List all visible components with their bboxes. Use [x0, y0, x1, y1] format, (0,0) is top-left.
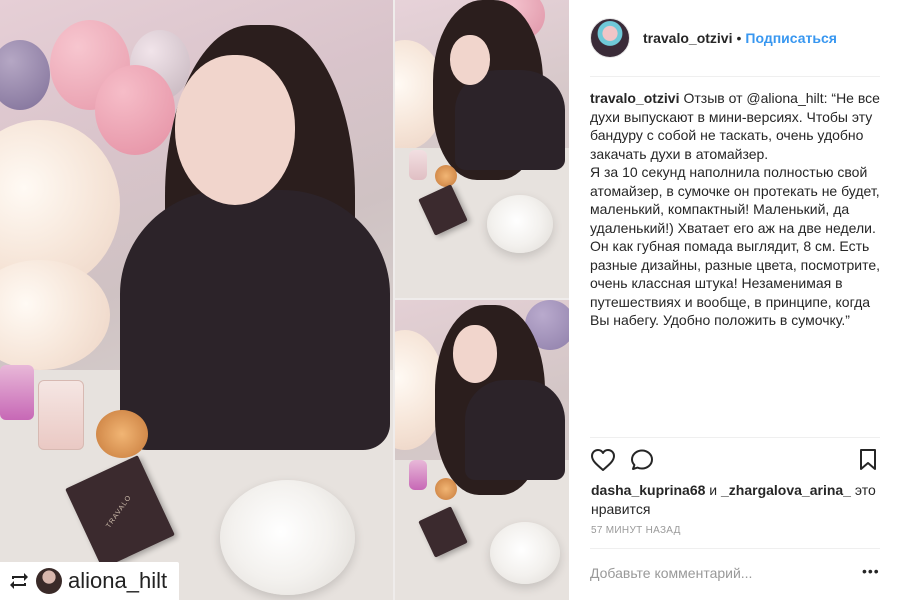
caption-author[interactable]: travalo_otzivi: [590, 90, 679, 106]
photo-main: TRAVALO: [0, 0, 393, 600]
photo-bottom-right: [395, 300, 569, 600]
liker-second[interactable]: _zhargalova_arina_: [721, 482, 851, 498]
repost-badge: aliona_hilt: [0, 562, 180, 600]
header-divider: [590, 76, 880, 77]
action-bar: [590, 446, 880, 476]
box-brand-label: TRAVALO: [105, 494, 134, 530]
perfume-bottle: [38, 380, 84, 450]
post-image[interactable]: TRAVALO aliona_hilt: [0, 0, 569, 600]
header-separator: •: [736, 30, 742, 46]
perfume-bottle: [0, 365, 34, 420]
follow-button[interactable]: Подписаться: [745, 30, 837, 46]
perfume-bottle: [96, 410, 148, 458]
face: [453, 325, 497, 383]
likes-summary: dasha_kuprina68 и _zhargalova_arina_ это…: [591, 481, 881, 519]
comment-icon[interactable]: [630, 448, 656, 477]
white-rose: [490, 522, 560, 584]
heart-icon[interactable]: [590, 448, 616, 477]
avatar[interactable]: [590, 18, 630, 58]
repost-avatar: [36, 568, 62, 594]
post-timestamp[interactable]: 57 МИНУТ НАЗАД: [591, 525, 681, 536]
perfume-bottle: [409, 150, 427, 180]
bookmark-icon[interactable]: [858, 448, 878, 477]
face: [175, 55, 295, 205]
more-options-button[interactable]: •••: [862, 563, 880, 579]
paper-flower: [0, 260, 110, 370]
perfume-bottle: [435, 478, 457, 500]
caption-text: Отзыв от @aliona_hilt: “Не все духи выпу…: [590, 90, 881, 328]
actions-divider: [590, 437, 880, 438]
add-comment-input[interactable]: [590, 558, 862, 588]
perfume-bottle: [435, 165, 457, 187]
post-header: travalo_otzivi • Подписаться: [590, 16, 880, 60]
repost-icon: [8, 571, 30, 591]
sweater: [455, 70, 565, 170]
balloon: [0, 40, 50, 110]
balloon: [95, 65, 175, 155]
repost-username: aliona_hilt: [68, 568, 168, 593]
sweater: [465, 380, 565, 480]
header-username[interactable]: travalo_otzivi: [643, 30, 732, 46]
perfume-bottle: [409, 460, 427, 490]
white-rose: [220, 480, 355, 595]
comment-divider: [590, 548, 880, 549]
caption: travalo_otzivi Отзыв от @aliona_hilt: “Не…: [590, 89, 882, 330]
liker-first[interactable]: dasha_kuprina68: [591, 482, 705, 498]
white-rose: [487, 195, 553, 253]
photo-top-right: [395, 0, 569, 298]
face: [450, 35, 490, 85]
post-sidebar: travalo_otzivi • Подписаться travalo_otz…: [570, 0, 900, 600]
likers-conjunction: и: [709, 482, 718, 498]
sweater: [120, 190, 390, 450]
